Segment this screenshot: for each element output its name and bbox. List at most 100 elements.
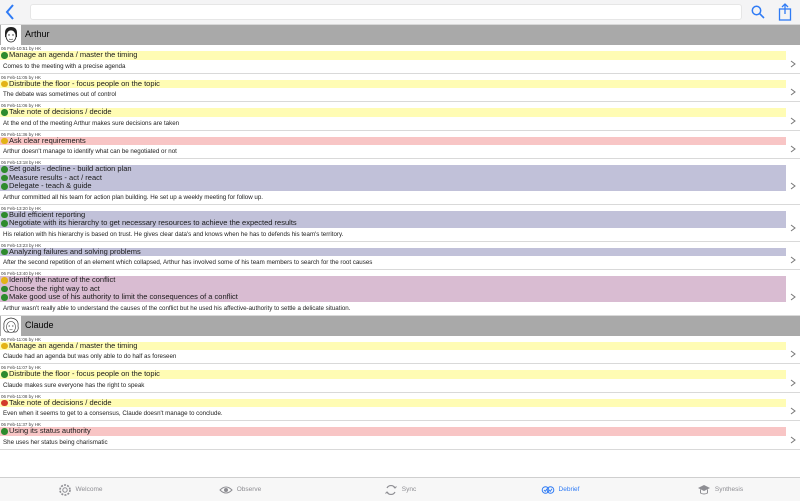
criteria-block: Set goals - decline - build action plan M…	[0, 164, 786, 191]
observation-row[interactable]: 06 Feb-10:51 by HK Manage an agenda / mas…	[0, 45, 800, 74]
criterion: Ask clear requirements	[0, 135, 786, 146]
tab-welcome[interactable]: Welcome	[0, 478, 160, 501]
criterion-label: Manage an agenda / master the timing	[9, 50, 138, 59]
chevron-right-icon	[790, 288, 796, 301]
chevron-right-icon	[790, 177, 796, 190]
criterion-label: Take note of decisions / decide	[9, 397, 112, 407]
avatar	[1, 25, 21, 45]
tab-label: Welcome	[75, 486, 103, 493]
status-ok-icon	[1, 285, 8, 292]
criteria-block: Take note of decisions / decide	[0, 397, 786, 408]
chevron-right-icon	[790, 374, 796, 387]
observation-row[interactable]: 06 Feb-11:08 by HK Take note of decisions…	[0, 392, 800, 421]
avatar	[1, 315, 21, 336]
criterion: Measure results - act / react	[0, 173, 786, 183]
chevron-left-icon	[5, 4, 14, 20]
observation-row[interactable]: 06 Feb-13:40 by HK Identify the nature of…	[0, 270, 800, 316]
debrief-list[interactable]: Arthur 06 Feb-10:51 by HK Manage an agenda…	[0, 25, 800, 477]
observation-comment: Arthur committed all his team for action…	[3, 193, 264, 201]
observation-row[interactable]: 06 Feb-13:20 by HK Build efficient report…	[0, 204, 800, 242]
criterion: Negotiate with its hierarchy to get nece…	[0, 218, 786, 228]
tab-label: Sync	[401, 486, 417, 493]
criteria-block: Build efficient reporting Negotiate with …	[0, 210, 786, 228]
criterion: Take note of decisions / decide	[0, 397, 786, 408]
criteria-block: Manage an agenda / master the timing	[0, 341, 786, 350]
criterion: Identify the nature of the conflict	[0, 275, 786, 285]
criterion-label: Using its status authority	[9, 426, 91, 435]
person-header: Arthur	[0, 25, 800, 45]
person-name: Arthur	[25, 29, 50, 39]
person-header: Claude	[0, 315, 800, 336]
chevron-right-icon	[790, 345, 796, 358]
criterion-label: Distribute the floor - focus people on t…	[9, 369, 160, 378]
observation-comment: Claude had an agenda but was only able t…	[3, 353, 177, 360]
criteria-block: Distribute the floor - focus people on t…	[0, 369, 786, 379]
chevron-right-icon	[790, 219, 796, 231]
chevron-right-icon	[790, 140, 796, 153]
tab-observe[interactable]: Observe	[160, 478, 320, 501]
gear-icon	[58, 483, 72, 497]
observation-comment: The debate was sometimes out of control	[3, 91, 117, 98]
eye-icon	[218, 483, 233, 497]
tab-label: Synthesis	[714, 486, 744, 493]
tab-debrief[interactable]: Debrief	[480, 478, 640, 501]
back-button[interactable]	[4, 3, 18, 21]
observation-comment: Comes to the meeting with a precise agen…	[3, 62, 126, 70]
sync-icon	[384, 483, 398, 497]
chevron-right-icon	[790, 431, 796, 444]
criterion: Take note of decisions / decide	[0, 107, 786, 117]
chevron-right-icon	[790, 251, 796, 264]
top-toolbar	[0, 0, 800, 25]
observation-row[interactable]: 06 Feb-13:18 by HK Set goals - decline - …	[0, 159, 800, 205]
status-ok-icon	[1, 211, 8, 218]
search-input[interactable]	[30, 4, 742, 20]
share-button[interactable]	[778, 3, 792, 21]
status-bad-icon	[1, 399, 8, 406]
criterion: Set goals - decline - build action plan	[0, 164, 786, 174]
criterion: Delegate - teach & guide	[0, 181, 786, 191]
tab-bar: Welcome Observe Sync Debrief Synthesis	[0, 477, 800, 501]
search-button[interactable]	[751, 5, 765, 19]
debrief-icon	[541, 483, 555, 497]
criteria-block: Using its status authority	[0, 426, 786, 436]
criterion: Analyzing failures and solving problems	[0, 246, 786, 257]
criteria-block: Ask clear requirements	[0, 135, 786, 146]
chevron-right-icon	[790, 402, 796, 415]
status-ok-icon	[1, 248, 8, 255]
observation-comment: Arthur wasn't really able to understand …	[3, 304, 351, 312]
criterion-label: Analyzing failures and solving problems	[9, 246, 141, 256]
chevron-right-icon	[790, 55, 796, 68]
observation-row[interactable]: 06 Feb-11:37 by HK Using its status autho…	[0, 421, 800, 450]
criteria-block: Distribute the floor - focus people on t…	[0, 79, 786, 88]
status-mid-icon	[1, 137, 8, 144]
observation-row[interactable]: 06 Feb-11:05 by HK Distribute the floor -…	[0, 73, 800, 102]
observation-row[interactable]: 06 Feb-11:06 by HK Manage an agenda / mas…	[0, 335, 800, 364]
status-mid-icon	[1, 342, 8, 349]
criterion-label: Delegate - teach & guide	[9, 181, 92, 190]
observation-comment: His relation with his hierarchy is based…	[3, 230, 344, 238]
observation-row[interactable]: 06 Feb-11:06 by HK Take note of decisions…	[0, 102, 800, 131]
chevron-right-icon	[790, 112, 796, 125]
observation-row[interactable]: 06 Feb-13:23 by HK Analyzing failures and…	[0, 241, 800, 270]
status-mid-icon	[1, 277, 8, 284]
search-icon	[751, 5, 765, 19]
observation-comment: She uses her status being charismatic	[3, 438, 108, 446]
status-ok-icon	[1, 166, 8, 173]
status-ok-icon	[1, 183, 8, 190]
status-ok-icon	[1, 109, 8, 116]
observation-row[interactable]: 06 Feb-11:36 by HK Ask clear requirements…	[0, 130, 800, 159]
criterion-label: Take note of decisions / decide	[9, 107, 112, 116]
graduation-cap-icon	[697, 483, 711, 497]
observation-row[interactable]: 06 Feb-11:07 by HK Distribute the floor -…	[0, 364, 800, 393]
criterion: Distribute the floor - focus people on t…	[0, 369, 786, 379]
status-ok-icon	[1, 371, 8, 378]
tab-synthesis[interactable]: Synthesis	[640, 478, 800, 501]
criterion-label: Negotiate with its hierarchy to get nece…	[9, 218, 297, 227]
observation-comment: Arthur doesn't manage to identify what c…	[3, 148, 177, 155]
status-ok-icon	[1, 52, 8, 59]
status-ok-icon	[1, 220, 8, 227]
person-name: Claude	[25, 319, 54, 330]
criterion-label: Make good use of his authority to limit …	[9, 292, 238, 301]
criterion-label: Ask clear requirements	[9, 135, 86, 145]
tab-sync[interactable]: Sync	[320, 478, 480, 501]
